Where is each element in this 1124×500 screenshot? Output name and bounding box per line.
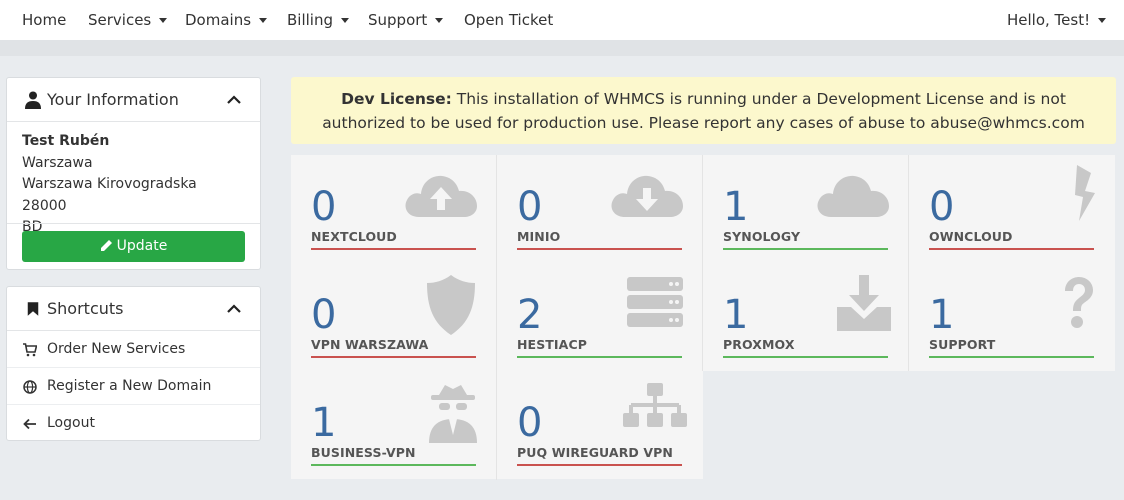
tile-count: 1 bbox=[723, 184, 749, 230]
chevron-up-icon[interactable] bbox=[226, 301, 242, 317]
tile-support[interactable]: 1 SUPPORT bbox=[909, 263, 1115, 371]
shortcut-order-new-services[interactable]: Order New Services bbox=[7, 331, 260, 368]
tile-status-bar bbox=[311, 356, 476, 358]
tile-divider bbox=[496, 155, 497, 480]
question-icon bbox=[1065, 277, 1093, 328]
nav-open-ticket[interactable]: Open Ticket bbox=[464, 0, 553, 40]
caret-down-icon bbox=[341, 18, 349, 23]
tile-synology[interactable]: 1 SYNOLOGY bbox=[703, 155, 909, 263]
tile-divider bbox=[908, 155, 909, 371]
tile-label: SUPPORT bbox=[929, 337, 996, 352]
nav-billing[interactable]: Billing bbox=[287, 0, 349, 40]
tile-label: BUSINESS-VPN bbox=[311, 445, 416, 460]
tile-count: 0 bbox=[311, 184, 337, 230]
cloud-download-icon bbox=[611, 175, 683, 217]
tile-minio[interactable]: 0 MINIO bbox=[497, 155, 703, 263]
tile-label: VPN WARSZAWA bbox=[311, 337, 429, 352]
tile-count: 0 bbox=[517, 400, 543, 446]
tile-label: PUQ WIREGUARD VPN bbox=[517, 445, 673, 460]
tile-status-bar bbox=[517, 248, 682, 250]
sitemap-icon bbox=[623, 383, 687, 427]
nav-domains[interactable]: Domains bbox=[185, 0, 268, 40]
shield-icon bbox=[427, 275, 475, 335]
alert-line2: authorized to be used for production use… bbox=[322, 114, 1085, 132]
caret-down-icon bbox=[159, 18, 168, 23]
tile-status-bar bbox=[929, 248, 1094, 250]
tile-status-bar bbox=[723, 356, 888, 358]
tile-count: 1 bbox=[723, 292, 749, 338]
caret-down-icon bbox=[1098, 18, 1107, 23]
alert-line1: This installation of WHMCS is running un… bbox=[456, 90, 1066, 108]
server-icon bbox=[627, 277, 683, 327]
tile-status-bar bbox=[311, 464, 476, 466]
card-header: Your Information bbox=[7, 78, 260, 122]
shortcut-logout[interactable]: Logout bbox=[7, 405, 260, 442]
shortcuts-card: Shortcuts Order New Services Register a … bbox=[6, 286, 261, 441]
tile-count: 2 bbox=[517, 292, 543, 338]
cloud-upload-icon bbox=[405, 175, 477, 217]
spy-icon bbox=[429, 385, 477, 443]
update-button[interactable]: Update bbox=[22, 231, 245, 262]
bolt-icon bbox=[1075, 165, 1095, 221]
bookmark-icon bbox=[27, 302, 39, 316]
tile-proxmox[interactable]: 1 PROXMOX bbox=[703, 263, 909, 371]
tile-count: 1 bbox=[929, 292, 955, 338]
tile-status-bar bbox=[517, 464, 682, 466]
tile-label: OWNCLOUD bbox=[929, 229, 1013, 244]
tile-nextcloud[interactable]: 0 NEXTCLOUD bbox=[291, 155, 497, 263]
card-header: Shortcuts bbox=[7, 287, 260, 331]
tile-label: HESTIACP bbox=[517, 337, 587, 352]
tile-count: 0 bbox=[311, 292, 337, 338]
service-tiles: 0 NEXTCLOUD 0 MINIO 1 SYNOLOGY 0 OWNCLOU… bbox=[291, 155, 1116, 480]
tile-status-bar bbox=[723, 248, 888, 250]
tile-label: MINIO bbox=[517, 229, 561, 244]
shortcut-register-domain[interactable]: Register a New Domain bbox=[7, 368, 260, 405]
top-navbar: Home Services Domains Billing Support Op… bbox=[0, 0, 1124, 40]
shortcut-list: Order New Services Register a New Domain… bbox=[7, 331, 260, 442]
cart-icon bbox=[23, 343, 37, 357]
your-information-card: Your Information Test Rubén Warszawa War… bbox=[6, 77, 261, 270]
caret-down-icon bbox=[259, 18, 268, 23]
nav-support[interactable]: Support bbox=[368, 0, 444, 40]
cloud-icon bbox=[817, 175, 889, 217]
user-icon bbox=[25, 91, 41, 109]
tile-vpn-warszawa[interactable]: 0 VPN WARSZAWA bbox=[291, 263, 497, 371]
tile-label: PROXMOX bbox=[723, 337, 795, 352]
info-body: Test Rubén Warszawa Warszawa Kirovograds… bbox=[7, 122, 260, 239]
card-title: Shortcuts bbox=[47, 299, 124, 318]
nav-user-menu[interactable]: Hello, Test! bbox=[1007, 0, 1107, 40]
tile-puq-wireguard-vpn[interactable]: 0 PUQ WIREGUARD VPN bbox=[497, 371, 703, 479]
download-tray-icon bbox=[837, 275, 891, 331]
client-address: Warszawa Kirovogradska 28000 bbox=[22, 176, 197, 214]
nav-services[interactable]: Services bbox=[88, 0, 168, 40]
client-name: Test Rubén bbox=[22, 133, 110, 149]
globe-icon bbox=[23, 380, 37, 394]
arrow-left-icon bbox=[23, 418, 36, 430]
client-city: Warszawa bbox=[22, 154, 93, 171]
pencil-icon bbox=[100, 240, 112, 251]
dev-license-alert: Dev License: This installation of WHMCS … bbox=[291, 77, 1116, 144]
tile-label: SYNOLOGY bbox=[723, 229, 801, 244]
tile-count: 0 bbox=[929, 184, 955, 230]
tile-count: 1 bbox=[311, 400, 337, 446]
alert-bold: Dev License: bbox=[341, 90, 452, 108]
tile-hestiacp[interactable]: 2 HESTIACP bbox=[497, 263, 703, 371]
tile-status-bar bbox=[517, 356, 682, 358]
card-title: Your Information bbox=[47, 90, 179, 109]
header-stripe bbox=[0, 40, 1124, 56]
tile-status-bar bbox=[311, 248, 476, 250]
caret-down-icon bbox=[435, 18, 444, 23]
tile-divider bbox=[702, 155, 703, 371]
card-footer: Update bbox=[7, 223, 260, 269]
chevron-up-icon[interactable] bbox=[226, 92, 242, 108]
nav-home[interactable]: Home bbox=[22, 0, 66, 40]
tile-status-bar bbox=[929, 356, 1094, 358]
tile-business-vpn[interactable]: 1 BUSINESS-VPN bbox=[291, 371, 497, 479]
tile-count: 0 bbox=[517, 184, 543, 230]
tile-label: NEXTCLOUD bbox=[311, 229, 397, 244]
tile-owncloud[interactable]: 0 OWNCLOUD bbox=[909, 155, 1115, 263]
